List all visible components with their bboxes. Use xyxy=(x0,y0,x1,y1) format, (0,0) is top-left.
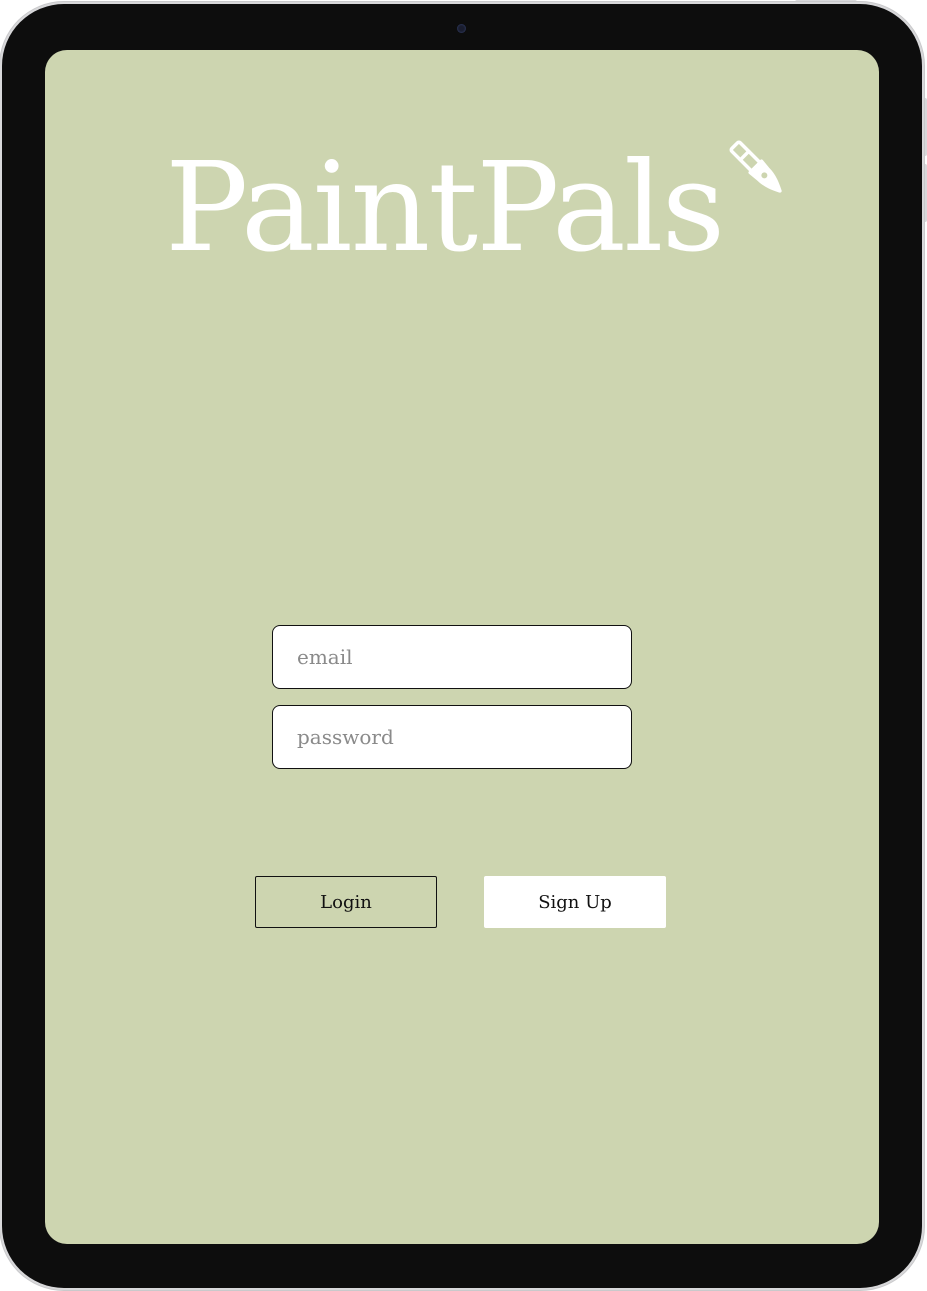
paintbrush-icon xyxy=(723,134,793,204)
device-volume-down-button xyxy=(923,164,927,222)
email-input[interactable] xyxy=(272,625,632,689)
tablet-device: PaintPals Login Sign Up xyxy=(2,4,922,1288)
app-logo-title: PaintPals xyxy=(165,136,725,280)
front-camera xyxy=(457,24,466,33)
device-volume-up-button xyxy=(923,98,927,156)
signup-button[interactable]: Sign Up xyxy=(484,876,666,928)
login-screen: PaintPals Login Sign Up xyxy=(45,50,879,1244)
signup-button-label: Sign Up xyxy=(538,891,612,913)
login-button-label: Login xyxy=(320,891,372,913)
password-input[interactable] xyxy=(272,705,632,769)
login-button[interactable]: Login xyxy=(255,876,437,928)
